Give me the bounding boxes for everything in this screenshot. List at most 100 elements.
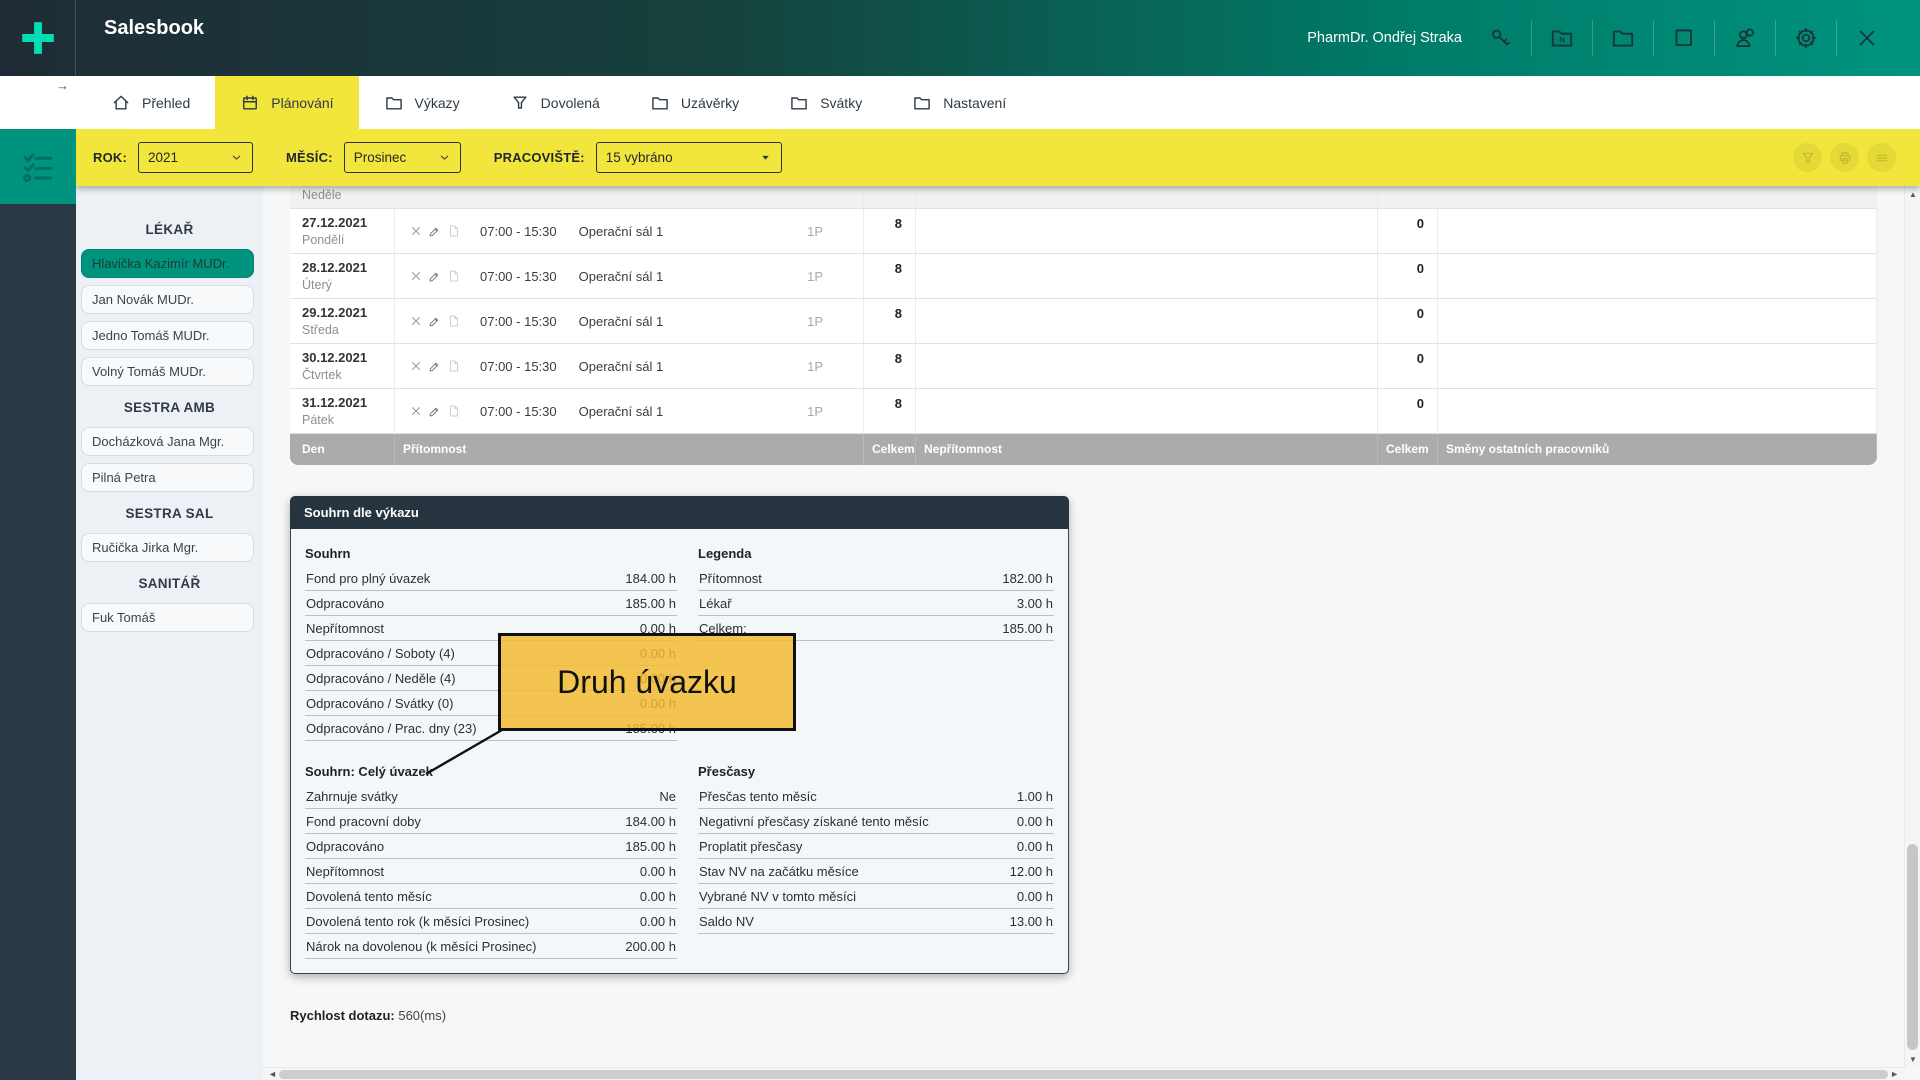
square-icon[interactable] (1671, 25, 1697, 51)
app-title: Salesbook (104, 17, 204, 40)
tab-label: Výkazy (415, 95, 460, 111)
cell-pritomnost[interactable]: 07:00 - 15:30Operační sál 11P (395, 389, 864, 433)
folder-icon[interactable] (1610, 25, 1636, 51)
row-day: Čtvrtek (302, 368, 394, 382)
sidebar-person[interactable]: Volný Tomáš MUDr. (81, 357, 254, 386)
cell-smeny (1438, 299, 1877, 343)
sidebar-person[interactable]: Ručička Jirka Mgr. (81, 533, 254, 562)
summary-row-value: 185.00 h (1002, 621, 1053, 636)
table-row[interactable]: 30.12.2021 Čtvrtek07:00 - 15:30Operační s… (290, 344, 1877, 389)
scroll-up-icon[interactable]: ▲ (1905, 190, 1920, 199)
cell-pritomnost[interactable]: 07:00 - 15:30Operační sál 11P (395, 344, 864, 388)
sidebar-person[interactable]: Pilná Petra (81, 463, 254, 492)
rok-select[interactable]: 2021 (138, 142, 253, 173)
note-shift-icon[interactable] (447, 404, 461, 418)
cell-nepritomnost[interactable] (916, 209, 1378, 253)
tab-label: Dovolená (541, 95, 600, 111)
sidebar-person[interactable]: Hlavička Kazimír MUDr. (81, 249, 254, 278)
print-button[interactable] (1830, 143, 1859, 172)
checklist-button[interactable] (0, 129, 76, 204)
summary-row: Dovolená tento měsíc0.00 h (305, 884, 677, 909)
edit-shift-icon[interactable] (428, 269, 442, 283)
table-row[interactable]: 27.12.2021Pondělí07:00 - 15:30Operační s… (290, 209, 1877, 254)
scroll-right-icon[interactable]: ► (1890, 1068, 1899, 1080)
edit-shift-icon[interactable] (428, 224, 442, 238)
summary-row-value: 3.00 h (1017, 596, 1053, 611)
delete-shift-icon[interactable] (409, 269, 423, 283)
tab-uzaverky[interactable]: Uzávěrky (625, 76, 764, 129)
collapse-arrow-icon[interactable]: → (56, 78, 69, 93)
gear-icon[interactable] (1793, 25, 1819, 51)
cell-nepritomnost[interactable] (916, 344, 1378, 388)
sidebar-person[interactable]: Docházková Jana Mgr. (81, 427, 254, 456)
shift-tag: 1P (807, 404, 823, 419)
top-bar: Salesbook PharmDr. Ondřej Straka N (0, 0, 1920, 76)
cell-nepritomnost[interactable] (916, 254, 1378, 298)
cell-pritomnost[interactable]: 07:00 - 15:30Operační sál 11P (395, 299, 864, 343)
mesic-select[interactable]: Prosinec (344, 142, 461, 173)
edit-shift-icon[interactable] (428, 359, 442, 373)
user-name[interactable]: PharmDr. Ondřej Straka (1307, 30, 1462, 46)
cell-smeny (1438, 209, 1877, 253)
delete-shift-icon[interactable] (409, 359, 423, 373)
note-shift-icon[interactable] (447, 359, 461, 373)
cell-smeny (1438, 389, 1877, 433)
tab-svatky[interactable]: Svátky (764, 76, 887, 129)
row-day: Neděle (302, 188, 394, 202)
table-row[interactable]: 29.12.2021Středa07:00 - 15:30Operační sá… (290, 299, 1877, 344)
note-shift-icon[interactable] (447, 269, 461, 283)
row-day: Pátek (302, 413, 394, 427)
sidebar-person[interactable]: Jedno Tomáš MUDr. (81, 321, 254, 350)
vertical-scroll-thumb[interactable] (1907, 844, 1918, 1050)
horizontal-scrollbar[interactable]: ◄ ► (263, 1067, 1904, 1080)
tab-nastaveni[interactable]: Nastavení (887, 76, 1031, 129)
note-shift-icon[interactable] (447, 224, 461, 238)
scroll-down-icon[interactable]: ▼ (1905, 1055, 1920, 1064)
tab-label: Nastavení (943, 95, 1006, 111)
filter-button[interactable] (1793, 143, 1822, 172)
folder-n-icon[interactable]: N (1549, 25, 1575, 51)
cell-pritomnost[interactable]: 07:00 - 15:30Operační sál 11P (395, 209, 864, 253)
folder-icon (384, 93, 404, 113)
tab-vykazy[interactable]: Výkazy (359, 76, 485, 129)
pracoviste-select[interactable]: 15 vybráno (596, 142, 782, 173)
cell-celkem2: 0 (1378, 389, 1438, 433)
cell-nepritomnost[interactable] (916, 389, 1378, 433)
tab-prehled[interactable]: Přehled (86, 76, 215, 129)
rok-value: 2021 (148, 150, 178, 165)
summary-row-value: 12.00 h (1010, 864, 1053, 879)
cell-celkem2: 0 (1378, 254, 1438, 298)
edit-shift-icon[interactable] (428, 314, 442, 328)
footer-col-header: Celkem (864, 434, 916, 465)
sidebar-person[interactable]: Fuk Tomáš (81, 603, 254, 632)
table-row[interactable]: 28.12.2021Úterý07:00 - 15:30Operační sál… (290, 254, 1877, 299)
sidebar-person[interactable]: Jan Novák MUDr. (81, 285, 254, 314)
edit-shift-icon[interactable] (428, 404, 442, 418)
cell-pritomnost[interactable]: 07:00 - 15:30Operační sál 11P (395, 254, 864, 298)
shift-tag: 1P (807, 314, 823, 329)
scroll-left-icon[interactable]: ◄ (268, 1068, 277, 1080)
app-logo[interactable] (0, 0, 76, 76)
delete-shift-icon[interactable] (409, 404, 423, 418)
table-row[interactable]: 31.12.2021Pátek07:00 - 15:30Operační sál… (290, 389, 1877, 434)
cell-nepritomnost[interactable] (916, 299, 1378, 343)
key-icon[interactable] (1488, 25, 1514, 51)
horizontal-scroll-thumb[interactable] (279, 1070, 1888, 1079)
close-icon[interactable] (1854, 25, 1880, 51)
row-date: 30.12.2021 (302, 350, 394, 365)
summary-row-value: 0.00 h (640, 914, 676, 929)
delete-shift-icon[interactable] (409, 314, 423, 328)
cell-den: 29.12.2021Středa (290, 299, 395, 343)
summary-row-label: Nepřítomnost (306, 864, 384, 879)
summary-row: Přítomnost182.00 h (698, 566, 1054, 591)
tab-planovani[interactable]: Plánování (215, 76, 358, 129)
tab-label: Svátky (820, 95, 862, 111)
note-shift-icon[interactable] (447, 314, 461, 328)
summary-row-label: Odpracováno / Neděle (4) (306, 671, 456, 686)
menu-button[interactable] (1867, 143, 1896, 172)
delete-shift-icon[interactable] (409, 224, 423, 238)
tab-dovolena[interactable]: Dovolená (485, 76, 625, 129)
calendar-icon (240, 93, 260, 113)
user-search-icon[interactable] (1732, 25, 1758, 51)
vertical-scrollbar[interactable]: ▲ ▼ (1904, 186, 1920, 1067)
